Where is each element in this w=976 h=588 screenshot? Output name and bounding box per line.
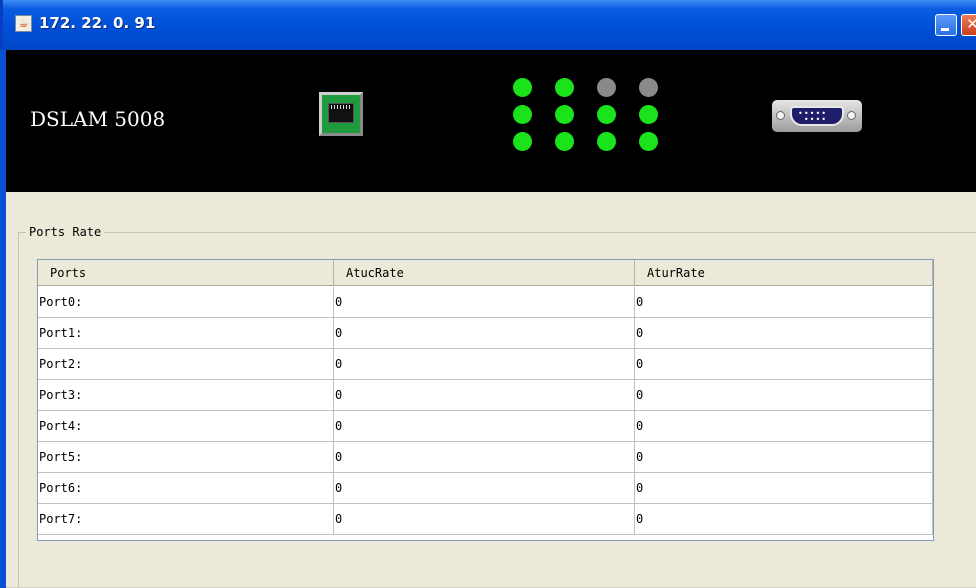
led-off-r0-c2	[597, 78, 616, 97]
port-cell[interactable]: Port6:	[38, 473, 334, 503]
port-cell[interactable]: Port2:	[38, 349, 334, 379]
table-row[interactable]: Port7: 0 0	[38, 504, 933, 535]
table-row[interactable]: Port4: 0 0	[38, 411, 933, 442]
port-cell[interactable]: Port0:	[38, 287, 334, 317]
close-button[interactable]: ✕	[961, 14, 976, 36]
atucrate-cell[interactable]: 0	[334, 504, 635, 534]
atucrate-cell[interactable]: 0	[334, 411, 635, 441]
port-cell[interactable]: Port3:	[38, 380, 334, 410]
java-cup-icon[interactable]: ☕	[15, 15, 32, 32]
port-cell[interactable]: Port7:	[38, 504, 334, 534]
led-on-r1-c3	[639, 105, 658, 124]
table-row[interactable]: Port1: 0 0	[38, 318, 933, 349]
atucrate-cell[interactable]: 0	[334, 442, 635, 472]
led-on-r0-c1	[555, 78, 574, 97]
aturrate-cell[interactable]: 0	[635, 349, 933, 379]
port-cell[interactable]: Port4:	[38, 411, 334, 441]
aturrate-cell[interactable]: 0	[635, 380, 933, 410]
led-on-r2-c2	[597, 132, 616, 151]
port-cell[interactable]: Port5:	[38, 442, 334, 472]
led-on-r2-c3	[639, 132, 658, 151]
atucrate-cell[interactable]: 0	[334, 318, 635, 348]
led-on-r1-c2	[597, 105, 616, 124]
table-row[interactable]: Port5: 0 0	[38, 442, 933, 473]
aturrate-cell[interactable]: 0	[635, 442, 933, 472]
table-row[interactable]: Port0: 0 0	[38, 287, 933, 318]
serial-screw-right	[847, 111, 856, 120]
led-off-r0-c3	[639, 78, 658, 97]
serial-port-icon: ••••• ••••	[772, 100, 862, 132]
atucrate-cell[interactable]: 0	[334, 473, 635, 503]
ports-rate-table[interactable]: Ports AtucRate AturRate Port0: 0 0 Port1: 0 0…	[37, 259, 934, 541]
table-row[interactable]: Port6: 0 0	[38, 473, 933, 504]
led-on-r0-c0	[513, 78, 532, 97]
serial-pins: ••••• ••••	[798, 109, 828, 124]
aturrate-cell[interactable]: 0	[635, 473, 933, 503]
table-row[interactable]: Port3: 0 0	[38, 380, 933, 411]
minimize-button[interactable]	[935, 14, 957, 36]
table-row[interactable]: Port2: 0 0	[38, 349, 933, 380]
serial-connector: ••••• ••••	[790, 106, 844, 126]
device-name: DSLAM 5008	[30, 107, 166, 131]
atucrate-cell[interactable]: 0	[334, 380, 635, 410]
column-header-aturrate[interactable]: AturRate	[635, 260, 933, 286]
atucrate-cell[interactable]: 0	[334, 287, 635, 317]
led-on-r1-c0	[513, 105, 532, 124]
ports-rate-group-title: Ports Rate	[26, 225, 105, 239]
aturrate-cell[interactable]: 0	[635, 504, 933, 534]
table-header: Ports AtucRate AturRate	[38, 260, 933, 286]
window-title: 172. 22. 0. 91	[39, 14, 156, 32]
port-cell[interactable]: Port1:	[38, 318, 334, 348]
aturrate-cell[interactable]: 0	[635, 318, 933, 348]
serial-screw-left	[776, 111, 785, 120]
ethernet-pins	[331, 105, 351, 109]
aturrate-cell[interactable]: 0	[635, 287, 933, 317]
column-header-ports[interactable]: Ports	[38, 260, 334, 286]
led-on-r1-c1	[555, 105, 574, 124]
aturrate-cell[interactable]: 0	[635, 411, 933, 441]
title-bar[interactable]: ☕ 172. 22. 0. 91 ✕	[0, 0, 976, 50]
device-panel: DSLAM 5008 ••••• ••••	[6, 50, 976, 192]
atucrate-cell[interactable]: 0	[334, 349, 635, 379]
table-body: Port0: 0 0 Port1: 0 0 Port2: 0 0 Port3: 0 0 Port4: 0 0…	[38, 287, 933, 535]
column-header-atucrate[interactable]: AtucRate	[334, 260, 635, 286]
led-on-r2-c0	[513, 132, 532, 151]
led-on-r2-c1	[555, 132, 574, 151]
ethernet-port-icon	[319, 92, 363, 136]
